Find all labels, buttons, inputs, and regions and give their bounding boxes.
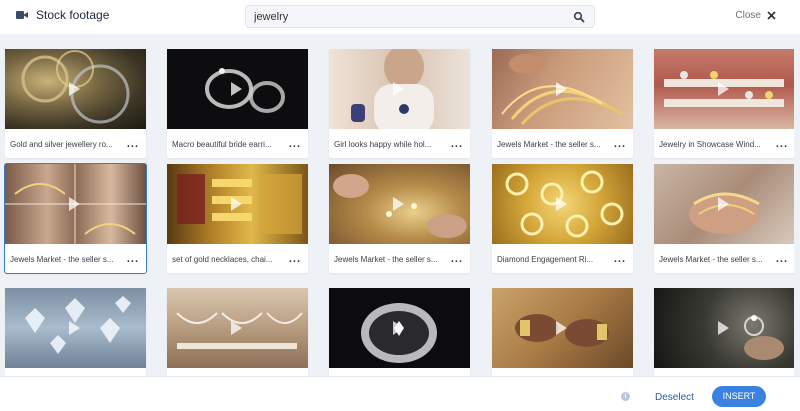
- more-options-icon[interactable]: ...: [776, 253, 788, 265]
- video-thumbnail[interactable]: [654, 288, 794, 368]
- footage-card[interactable]: Jewels Market - the seller s... ...: [492, 49, 633, 158]
- more-options-icon[interactable]: ...: [614, 138, 626, 150]
- card-caption: set of gold necklaces, chai...: [172, 255, 273, 264]
- video-thumbnail[interactable]: [167, 164, 308, 244]
- video-thumbnail[interactable]: [492, 164, 633, 244]
- footage-card[interactable]: Jewels Market - the seller s... ...: [4, 163, 147, 274]
- play-icon: [231, 321, 242, 335]
- video-thumbnail[interactable]: [329, 164, 470, 244]
- video-thumbnail[interactable]: [654, 49, 794, 129]
- play-icon: [393, 197, 404, 211]
- page-title: Stock footage: [36, 8, 110, 22]
- title-area: Stock footage: [16, 8, 109, 22]
- play-icon: [556, 321, 567, 335]
- info-icon[interactable]: i: [621, 392, 630, 401]
- play-icon: [231, 197, 242, 211]
- deselect-button[interactable]: Deselect: [655, 392, 694, 403]
- more-options-icon[interactable]: ...: [127, 138, 139, 150]
- video-thumbnail[interactable]: [654, 164, 794, 244]
- close-button[interactable]: Close: [735, 10, 776, 21]
- footage-card[interactable]: [167, 288, 308, 376]
- play-icon: [69, 321, 80, 335]
- footage-grid: Gold and silver jewellery ro... ... Macr…: [4, 48, 794, 376]
- more-options-icon[interactable]: ...: [776, 138, 788, 150]
- footage-card[interactable]: [492, 288, 633, 376]
- card-caption: Jewels Market - the seller s...: [497, 140, 601, 149]
- play-icon: [718, 82, 729, 96]
- video-thumbnail[interactable]: [492, 49, 633, 129]
- more-options-icon[interactable]: ...: [289, 253, 301, 265]
- footage-card[interactable]: Jewels Market - the seller s... ...: [654, 164, 794, 273]
- play-icon: [393, 82, 404, 96]
- play-icon: [718, 197, 729, 211]
- insert-button[interactable]: INSERT: [712, 386, 766, 407]
- more-options-icon[interactable]: ...: [289, 138, 301, 150]
- card-caption: Gold and silver jewellery ro...: [10, 140, 113, 149]
- card-caption: Girl looks happy while hol...: [334, 140, 432, 149]
- card-caption: Jewels Market - the seller s...: [334, 255, 438, 264]
- card-caption: Jewels Market - the seller s...: [659, 255, 763, 264]
- play-icon: [393, 321, 404, 335]
- card-caption: Jewels Market - the seller s...: [10, 255, 114, 264]
- video-thumbnail[interactable]: [167, 49, 308, 129]
- footage-card[interactable]: Jewels Market - the seller s... ...: [329, 164, 470, 273]
- card-caption: Diamond Engagement Ri...: [497, 255, 594, 264]
- play-icon: [718, 321, 729, 335]
- video-thumbnail[interactable]: [167, 288, 308, 368]
- footage-card[interactable]: Gold and silver jewellery ro... ...: [5, 49, 146, 158]
- close-icon[interactable]: [767, 11, 776, 20]
- video-thumbnail[interactable]: [5, 164, 146, 244]
- footage-card[interactable]: Girl looks happy while hol... ...: [329, 49, 470, 158]
- more-options-icon[interactable]: ...: [451, 138, 463, 150]
- video-thumbnail[interactable]: [492, 288, 633, 368]
- search-box[interactable]: [245, 5, 595, 28]
- video-thumbnail[interactable]: [5, 288, 146, 368]
- footage-card[interactable]: Macro beautiful bride earri... ...: [167, 49, 308, 158]
- play-icon: [231, 82, 242, 96]
- play-icon: [69, 82, 80, 96]
- close-label: Close: [735, 10, 761, 21]
- video-thumbnail[interactable]: [329, 49, 470, 129]
- play-icon: [69, 197, 80, 211]
- card-caption: Jewelry in Showcase Wind...: [659, 140, 761, 149]
- more-options-icon[interactable]: ...: [614, 253, 626, 265]
- top-bar: Stock footage Close: [0, 0, 800, 34]
- footage-card[interactable]: [654, 288, 794, 376]
- play-icon: [556, 82, 567, 96]
- search-icon[interactable]: [573, 11, 585, 23]
- video-camera-icon: [16, 10, 28, 20]
- footage-card[interactable]: [329, 288, 470, 376]
- search-input[interactable]: [254, 9, 554, 25]
- footage-card[interactable]: Jewelry in Showcase Wind... ...: [654, 49, 794, 158]
- video-thumbnail[interactable]: [329, 288, 470, 368]
- card-caption: Macro beautiful bride earri...: [172, 140, 272, 149]
- footage-card[interactable]: [5, 288, 146, 376]
- more-options-icon[interactable]: ...: [127, 253, 139, 265]
- video-thumbnail[interactable]: [5, 49, 146, 129]
- footer-bar: i Deselect INSERT: [0, 376, 800, 411]
- more-options-icon[interactable]: ...: [451, 253, 463, 265]
- play-icon: [556, 197, 567, 211]
- footage-card[interactable]: set of gold necklaces, chai... ...: [167, 164, 308, 273]
- footage-card[interactable]: Diamond Engagement Ri... ...: [492, 164, 633, 273]
